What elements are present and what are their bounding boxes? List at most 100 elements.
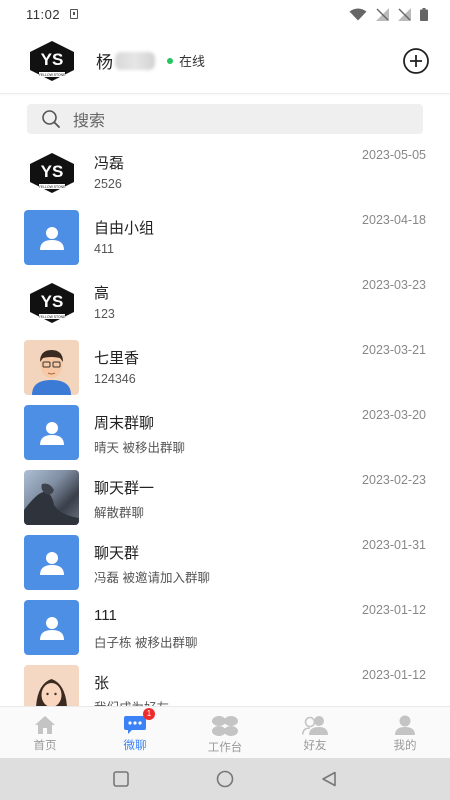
back-icon[interactable] (321, 771, 337, 787)
conversation-preview: 冯磊 被邀请加入群聊 (94, 571, 210, 585)
tab-friends[interactable]: 好友 (270, 707, 360, 758)
conversation-preview: 我们成为好友 (94, 697, 169, 706)
conversation-title: 聊天群一 (94, 480, 155, 497)
search-placeholder: 搜索 (73, 113, 106, 130)
avatar: YS YELLOW STONE (24, 145, 79, 200)
add-circle-icon[interactable] (402, 47, 430, 75)
profile-icon (395, 715, 415, 735)
tab-label: 工作台 (207, 742, 243, 754)
unread-badge: 1 (143, 708, 155, 720)
conversation-date: 2023-01-12 (362, 668, 426, 682)
conversation-date: 2023-03-21 (362, 343, 426, 357)
avatar (24, 340, 79, 395)
name-redaction (115, 51, 155, 70)
header: YS YELLOW STONE 杨 在线 (0, 28, 450, 94)
conversation-item[interactable]: 七里香 124346 2023-03-21 (0, 335, 450, 400)
avatar (24, 535, 79, 590)
svg-text:YS: YS (41, 50, 64, 69)
avatar (24, 210, 79, 265)
avatar (24, 405, 79, 460)
signal-1-icon (376, 7, 389, 21)
home-icon (35, 716, 55, 734)
tab-label: 我的 (393, 740, 417, 752)
conversation-item[interactable]: 自由小组 411 2023-04-18 (0, 205, 450, 270)
signal-2-icon (398, 7, 411, 21)
home-nav-icon[interactable] (216, 770, 234, 788)
conversation-item[interactable]: 聊天群一 解散群聊 2023-02-23 (0, 465, 450, 530)
conversation-item[interactable]: 111 白子栋 被移出群聊 2023-01-12 (0, 595, 450, 660)
conversation-preview: 晴天 被移出群聊 (94, 441, 185, 455)
conversation-date: 2023-05-05 (362, 148, 426, 162)
group-user-icon (39, 616, 64, 640)
conversation-item[interactable]: 周末群聊 晴天 被移出群聊 2023-03-20 (0, 400, 450, 465)
avatar (24, 600, 79, 655)
chat-icon (124, 716, 146, 734)
conversation-preview: 解散群聊 (94, 506, 145, 520)
svg-text:YS: YS (40, 162, 63, 181)
yellow-stone-logo-icon: YS YELLOW STONE (29, 282, 74, 323)
status-bar: 11:02 (0, 0, 450, 28)
conversation-item[interactable]: 聊天群 冯磊 被邀请加入群聊 2023-01-31 (0, 530, 450, 595)
svg-text:YELLOW STONE: YELLOW STONE (38, 315, 65, 319)
group-user-icon (39, 226, 64, 250)
user-avatar[interactable]: YS YELLOW STONE (26, 34, 78, 87)
svg-text:YS: YS (40, 292, 63, 311)
tab-label: 微聊 (123, 740, 147, 752)
workbench-icon (212, 716, 238, 736)
conversation-date: 2023-03-23 (362, 278, 426, 292)
conversation-item[interactable]: 张 我们成为好友 2023-01-12 (0, 660, 450, 706)
online-status-dot (167, 57, 173, 64)
avatar: YS YELLOW STONE (24, 275, 79, 330)
tab-home[interactable]: 首页 (0, 707, 90, 758)
group-user-icon (39, 551, 64, 575)
avatar (24, 665, 79, 706)
online-status-text: 在线 (179, 54, 206, 69)
conversation-date: 2023-03-20 (362, 408, 426, 422)
tab-chat[interactable]: 1 微聊 (90, 707, 180, 758)
bottom-tab-bar: 首页 1 微聊 工作台 好友 我的 (0, 706, 450, 758)
status-time: 11:02 (26, 6, 61, 22)
recents-icon[interactable] (113, 771, 130, 787)
avatar (24, 470, 79, 525)
photo-avatar-icon (24, 483, 79, 525)
conversation-date: 2023-04-18 (362, 213, 426, 227)
conversation-preview: 124346 (94, 372, 136, 386)
conversation-date: 2023-01-12 (362, 603, 426, 617)
conversation-title: 周末群聊 (94, 415, 155, 432)
conversation-title: 张 (94, 675, 110, 692)
cartoon-girl-avatar-icon (24, 665, 79, 706)
sim-icon (70, 9, 79, 19)
system-navigation-bar (0, 758, 450, 800)
conversation-title: 高 (94, 285, 110, 302)
conversation-preview: 123 (94, 307, 115, 321)
conversation-item[interactable]: YS YELLOW STONE 冯磊 2526 2023-05-05 (0, 140, 450, 205)
svg-text:YELLOW STONE: YELLOW STONE (38, 185, 65, 189)
user-name: 杨 (96, 48, 155, 73)
conversation-title: 冯磊 (94, 155, 125, 172)
conversation-preview: 411 (94, 242, 114, 256)
conversation-item[interactable]: YS YELLOW STONE 高 123 2023-03-23 (0, 270, 450, 335)
search-icon (42, 110, 60, 128)
conversation-date: 2023-02-23 (362, 473, 426, 487)
user-name-text: 杨 (96, 53, 113, 72)
conversation-preview: 2526 (94, 177, 122, 191)
conversation-list[interactable]: YS YELLOW STONE 冯磊 2526 2023-05-05 自由小组 … (0, 140, 450, 706)
tab-profile[interactable]: 我的 (360, 707, 450, 758)
wifi-icon (349, 8, 367, 20)
status-icons (349, 7, 428, 21)
yellow-stone-logo-icon: YS YELLOW STONE (29, 152, 74, 193)
conversation-preview: 白子栋 被移出群聊 (94, 636, 198, 650)
tab-label: 首页 (33, 740, 57, 752)
search-bar[interactable]: 搜索 (27, 104, 423, 134)
conversation-title: 自由小组 (94, 220, 155, 237)
yellow-stone-logo-icon: YS YELLOW STONE (30, 40, 74, 81)
tab-workbench[interactable]: 工作台 (180, 707, 270, 758)
conversation-title: 111 (94, 607, 117, 624)
group-user-icon (39, 421, 64, 445)
tab-label: 好友 (303, 740, 327, 752)
battery-icon (420, 7, 428, 21)
conversation-title: 聊天群 (94, 545, 140, 562)
conversation-title: 七里香 (94, 350, 140, 367)
svg-text:YELLOW STONE: YELLOW STONE (39, 73, 66, 77)
cartoon-boy-avatar-icon (24, 340, 79, 395)
